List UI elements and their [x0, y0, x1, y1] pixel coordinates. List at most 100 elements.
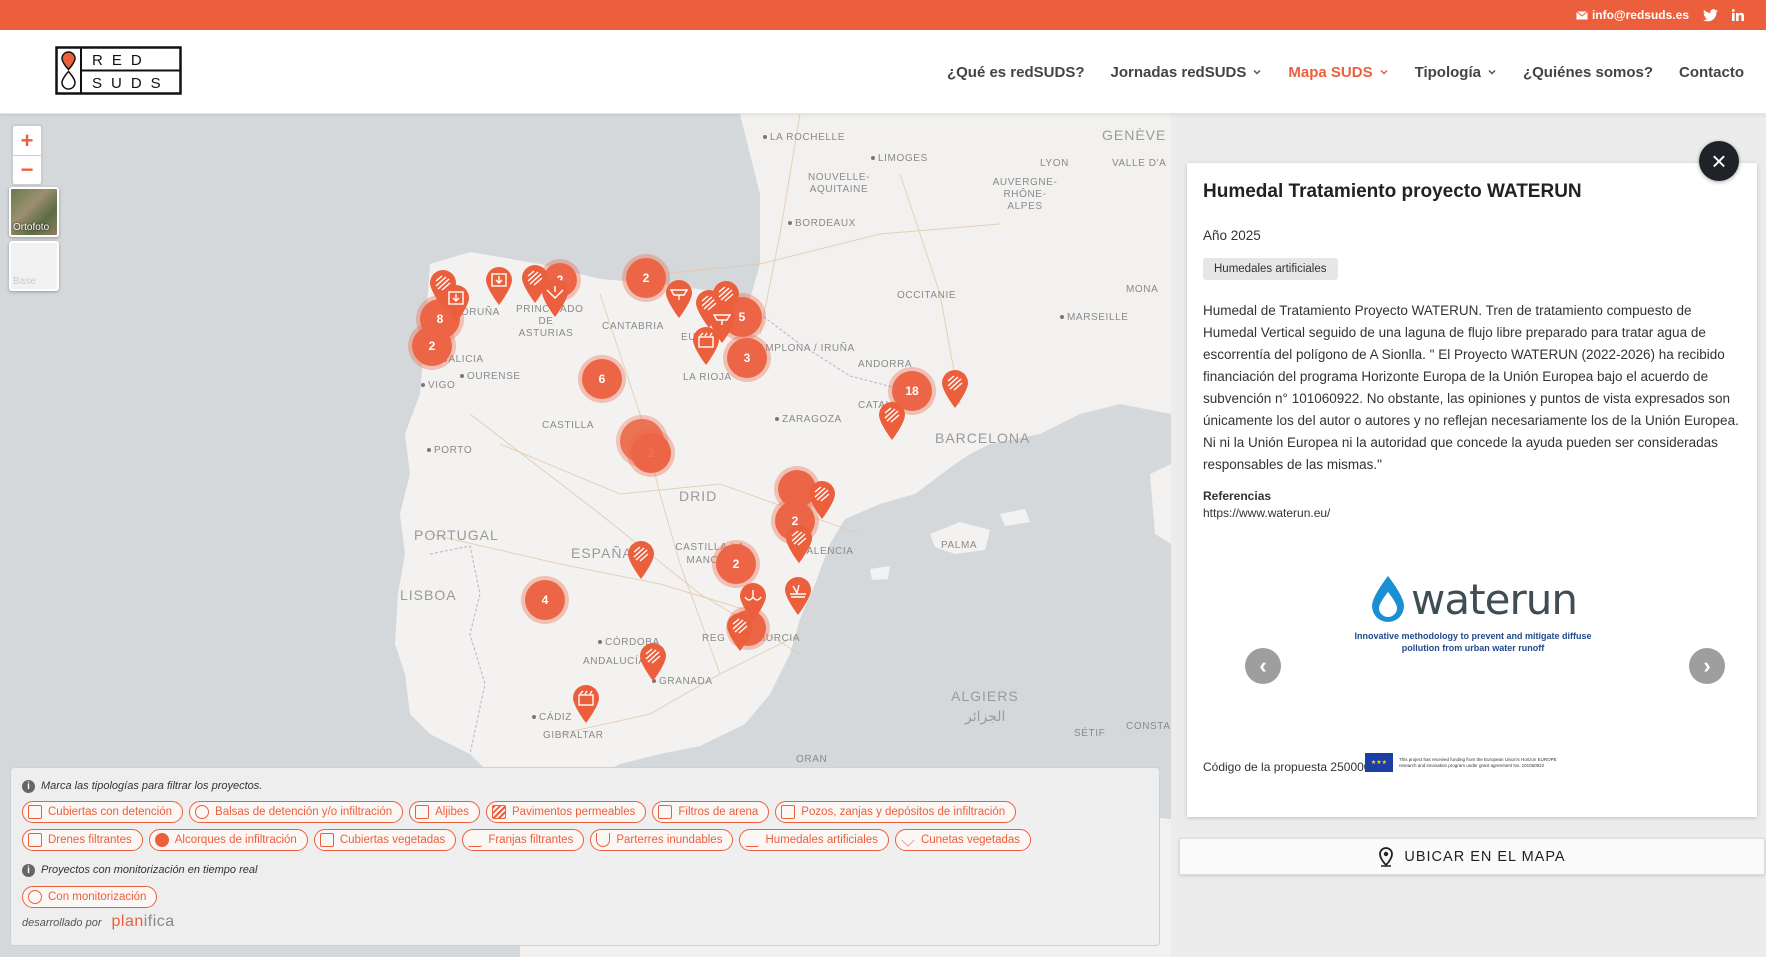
close-panel-button[interactable]: ×	[1699, 141, 1739, 181]
cluster-marker[interactable]: 4	[525, 580, 565, 620]
infiltration-well-marker[interactable]	[441, 284, 471, 324]
email-link[interactable]: info@redsuds.es	[1576, 8, 1689, 22]
legend-hint: i Marca las tipologías para filtrar los p…	[22, 778, 1149, 794]
sand-filter-icon	[658, 805, 673, 819]
map-label: LIMOGES	[871, 153, 928, 164]
legend-hint-text: Marca las tipologías para filtrar los pr…	[41, 780, 263, 792]
wetland-marker[interactable]	[783, 576, 813, 616]
info-icon: i	[22, 779, 35, 793]
filter-chip-franjas[interactable]: Franjas filtrantes	[462, 829, 585, 851]
detention-basin-marker[interactable]	[664, 279, 694, 319]
project-typology-tag: Humedales artificiales	[1203, 258, 1338, 280]
cluster-marker[interactable]: 2	[716, 544, 756, 584]
chip-label: Franjas filtrantes	[488, 834, 574, 846]
chip-label: Alcorques de infiltración	[174, 834, 297, 846]
pavement-marker[interactable]	[807, 480, 837, 520]
slider-prev-button[interactable]: ‹	[1245, 648, 1281, 684]
nav-jornadas[interactable]: Jornadas redSUDS	[1111, 64, 1263, 81]
map-label: ESPAÑA	[571, 545, 633, 561]
filter-chip-cubiertas-vegetadas[interactable]: Cubiertas vegetadas	[313, 829, 457, 851]
map-label: ANDALUCÍA	[583, 656, 646, 667]
nav-quienes-somos[interactable]: ¿Quiénes somos?	[1523, 64, 1653, 81]
nav-contacto[interactable]: Contacto	[1679, 64, 1744, 81]
infiltration-well-marker[interactable]	[484, 266, 514, 306]
map-label: ALGIERS	[951, 688, 1019, 704]
cluster-marker[interactable]: 2	[626, 258, 666, 298]
filter-chip-alcorques[interactable]: Alcorques de infiltración	[148, 829, 308, 851]
redsuds-logo[interactable]: RED SUDS	[55, 46, 182, 95]
chip-label: Con monitorización	[48, 891, 147, 903]
pavement-marker[interactable]	[638, 642, 668, 682]
twitter-icon[interactable]	[1703, 8, 1718, 22]
nav-tipologia[interactable]: Tipología	[1415, 64, 1497, 81]
filter-chip-cunetas[interactable]: Cunetas vegetadas	[894, 829, 1032, 851]
drain-icon	[28, 833, 42, 847]
map-label: OCCITANIE	[897, 290, 957, 301]
map-label: LISBOA	[400, 587, 457, 603]
green-roof-marker[interactable]	[691, 326, 721, 366]
chip-label: Aljibes	[435, 806, 469, 818]
chevron-down-icon	[1380, 69, 1388, 75]
vegetated-swale-marker[interactable]	[540, 278, 570, 318]
chip-label: Filtros de arena	[678, 806, 759, 818]
pavement-marker[interactable]	[725, 612, 755, 652]
project-title: Humedal Tratamiento proyecto WATERUN	[1203, 181, 1582, 202]
filter-chip-monitorizacion[interactable]: Con monitorización	[22, 886, 158, 908]
map-label: GIBRALTAR	[543, 730, 604, 741]
waterun-logo: waterun	[1343, 574, 1603, 624]
ortofoto-layer-button[interactable]: Ortofoto	[9, 187, 59, 237]
filter-chip-pavimentos[interactable]: Pavimentos permeables	[486, 801, 647, 823]
cluster-marker[interactable]: 3	[727, 338, 767, 378]
chip-label: Cubiertas vegetadas	[339, 834, 446, 846]
nav-label: ¿Qué es redSUDS?	[946, 63, 1085, 81]
projects-map[interactable]: LA ROCHELLE LIMOGES GENÈVE VALLE D'A LYO…	[0, 114, 1171, 957]
cluster-marker-stack[interactable]	[620, 419, 664, 463]
map-label: ZARAGOZA	[775, 414, 842, 425]
filter-chip-pozos-zanjas[interactable]: Pozos, zanjas y depósitos de infiltració…	[775, 801, 1017, 823]
linkedin-icon[interactable]	[1732, 9, 1744, 21]
cluster-marker[interactable]: 2	[412, 326, 452, 366]
map-label: CONSTA	[1126, 721, 1171, 732]
envelope-icon	[1576, 10, 1588, 19]
gauge-icon	[28, 890, 42, 904]
filter-chip-parterres[interactable]: Parterres inundables	[590, 829, 734, 851]
email-text: info@redsuds.es	[1591, 8, 1689, 22]
waterun-subtitle: Innovative methodology to prevent and mi…	[1354, 631, 1592, 653]
typology-legend: i Marca las tipologías para filtrar los p…	[10, 767, 1160, 946]
filter-chip-humedales[interactable]: Humedales artificiales	[739, 829, 889, 851]
planifica-logo[interactable]: planifica	[112, 913, 175, 931]
developed-by-text: desarrollado por	[22, 917, 102, 929]
filter-chip-aljibes[interactable]: Aljibes	[409, 801, 480, 823]
nav-mapa-suds[interactable]: Mapa SUDS	[1288, 64, 1388, 81]
developer-credit: desarrollado por planifica	[22, 913, 1149, 931]
map-label: AMPLONA / IRUÑA	[758, 343, 855, 354]
roof-icon	[28, 805, 42, 819]
map-label: DRID	[679, 488, 718, 504]
filter-chip-filtros-arena[interactable]: Filtros de arena	[652, 801, 770, 823]
pavement-marker[interactable]	[940, 369, 970, 409]
filter-chip-balsas[interactable]: Balsas de detención y/o infiltración	[189, 801, 404, 823]
green-roof-marker[interactable]	[571, 684, 601, 724]
reference-link[interactable]: https://www.waterun.eu/	[1203, 506, 1741, 520]
map-label: ANDORRA	[858, 359, 913, 370]
base-layer-button[interactable]: Base	[9, 241, 59, 291]
chip-label: Cubiertas con detención	[48, 806, 173, 818]
filter-chip-drenes[interactable]: Drenes filtrantes	[22, 829, 143, 851]
pavement-marker[interactable]	[626, 540, 656, 580]
map-label: الجزائر	[965, 708, 1006, 724]
project-detail-card: Humedal Tratamiento proyecto WATERUN Año…	[1187, 163, 1757, 817]
pavement-marker[interactable]	[877, 401, 907, 441]
filter-chip-cubiertas-deteccion[interactable]: Cubiertas con detención	[22, 801, 184, 823]
locate-on-map-button[interactable]: UBICAR EN EL MAPA	[1179, 838, 1765, 875]
zoom-out-button[interactable]: −	[13, 155, 41, 184]
chip-label: Pavimentos permeables	[512, 806, 636, 818]
nav-que-es[interactable]: ¿Qué es redSUDS?	[947, 64, 1085, 81]
image-slider: ‹ waterun Innovative methodology to prev…	[1203, 528, 1743, 772]
cluster-marker[interactable]: 6	[582, 359, 622, 399]
main-nav: ¿Qué es redSUDS? Jornadas redSUDS Mapa S…	[947, 30, 1744, 114]
zoom-in-button[interactable]: +	[13, 126, 41, 155]
map-label: ORAN	[796, 754, 828, 765]
basin-icon	[195, 805, 210, 819]
pavement-marker[interactable]	[784, 524, 814, 564]
slider-next-button[interactable]: ›	[1689, 648, 1725, 684]
